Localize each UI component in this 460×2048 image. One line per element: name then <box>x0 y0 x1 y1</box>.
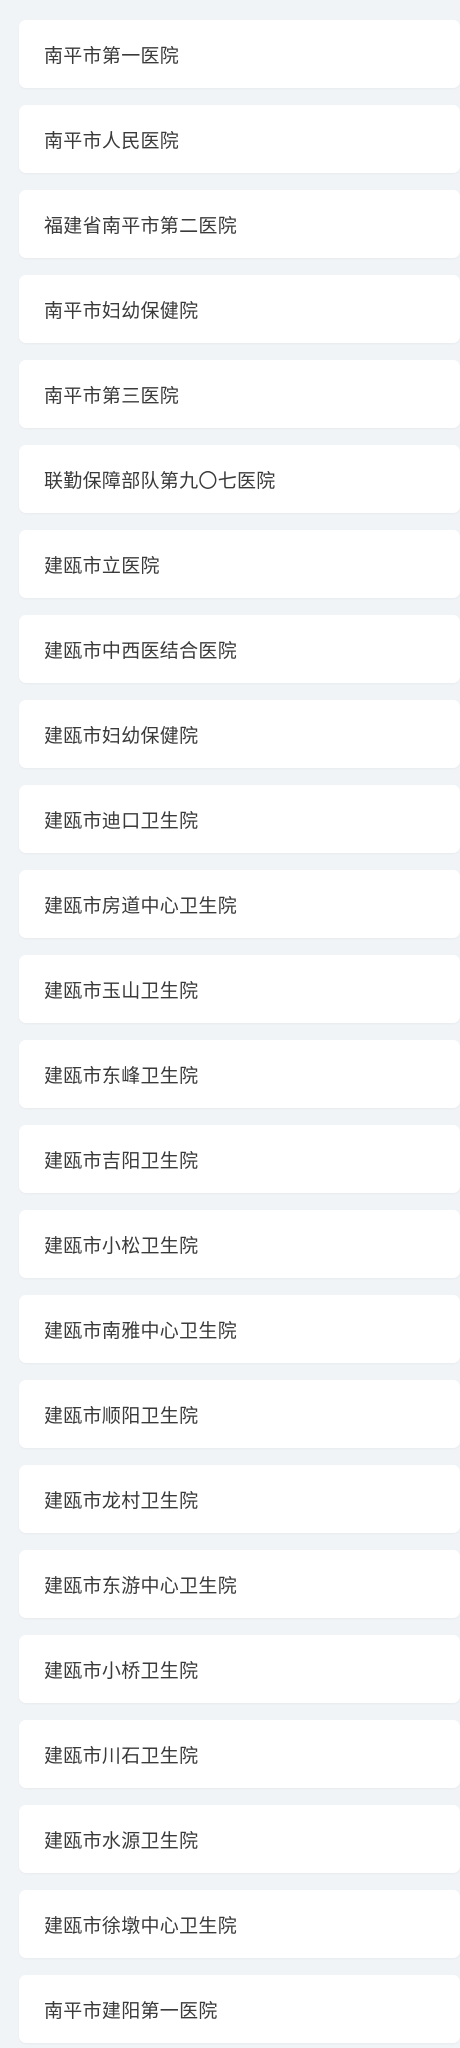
hospital-item[interactable]: 福建省南平市第二医院 <box>19 190 460 258</box>
hospital-item[interactable]: 建瓯市中西医结合医院 <box>19 615 460 683</box>
hospital-name: 建瓯市中西医结合医院 <box>44 639 238 662</box>
hospital-name: 南平市建阳第一医院 <box>44 1999 218 2022</box>
hospital-name: 建瓯市川石卫生院 <box>44 1744 199 1767</box>
hospital-item[interactable]: 建瓯市吉阳卫生院 <box>19 1125 460 1193</box>
hospital-item[interactable]: 南平市第三医院 <box>19 360 460 428</box>
hospital-item[interactable]: 建瓯市南雅中心卫生院 <box>19 1295 460 1363</box>
hospital-name: 建瓯市南雅中心卫生院 <box>44 1319 238 1342</box>
hospital-name: 南平市第三医院 <box>44 384 180 407</box>
hospital-item[interactable]: 建瓯市迪口卫生院 <box>19 785 460 853</box>
hospital-list: 南平市第一医院 南平市人民医院 福建省南平市第二医院 南平市妇幼保健院 南平市第… <box>0 0 460 2043</box>
hospital-item[interactable]: 南平市人民医院 <box>19 105 460 173</box>
hospital-name: 建瓯市徐墩中心卫生院 <box>44 1914 238 1937</box>
hospital-item[interactable]: 建瓯市东峰卫生院 <box>19 1040 460 1108</box>
hospital-name: 南平市第一医院 <box>44 44 180 67</box>
hospital-item[interactable]: 建瓯市川石卫生院 <box>19 1720 460 1788</box>
hospital-name: 建瓯市东游中心卫生院 <box>44 1574 238 1597</box>
hospital-name: 南平市人民医院 <box>44 129 180 152</box>
hospital-name: 建瓯市小桥卫生院 <box>44 1659 199 1682</box>
hospital-item[interactable]: 建瓯市水源卫生院 <box>19 1805 460 1873</box>
hospital-name: 建瓯市龙村卫生院 <box>44 1489 199 1512</box>
hospital-item[interactable]: 南平市第一医院 <box>19 20 460 88</box>
hospital-item[interactable]: 联勤保障部队第九〇七医院 <box>19 445 460 513</box>
hospital-name: 建瓯市东峰卫生院 <box>44 1064 199 1087</box>
hospital-name: 建瓯市玉山卫生院 <box>44 979 199 1002</box>
hospital-name: 建瓯市房道中心卫生院 <box>44 894 238 917</box>
hospital-item[interactable]: 建瓯市玉山卫生院 <box>19 955 460 1023</box>
hospital-item[interactable]: 建瓯市顺阳卫生院 <box>19 1380 460 1448</box>
hospital-item[interactable]: 建瓯市房道中心卫生院 <box>19 870 460 938</box>
hospital-item[interactable]: 建瓯市小松卫生院 <box>19 1210 460 1278</box>
hospital-item[interactable]: 建瓯市东游中心卫生院 <box>19 1550 460 1618</box>
hospital-name: 南平市妇幼保健院 <box>44 299 199 322</box>
hospital-name: 建瓯市吉阳卫生院 <box>44 1149 199 1172</box>
hospital-name: 建瓯市水源卫生院 <box>44 1829 199 1852</box>
hospital-item[interactable]: 建瓯市妇幼保健院 <box>19 700 460 768</box>
hospital-item[interactable]: 南平市建阳第一医院 <box>19 1975 460 2043</box>
hospital-name: 福建省南平市第二医院 <box>44 214 238 237</box>
hospital-name: 建瓯市迪口卫生院 <box>44 809 199 832</box>
hospital-item[interactable]: 建瓯市龙村卫生院 <box>19 1465 460 1533</box>
hospital-item[interactable]: 建瓯市小桥卫生院 <box>19 1635 460 1703</box>
hospital-item[interactable]: 南平市妇幼保健院 <box>19 275 460 343</box>
hospital-name: 建瓯市顺阳卫生院 <box>44 1404 199 1427</box>
hospital-name: 建瓯市妇幼保健院 <box>44 724 199 747</box>
hospital-name: 建瓯市立医院 <box>44 554 160 577</box>
hospital-name: 建瓯市小松卫生院 <box>44 1234 199 1257</box>
hospital-item[interactable]: 建瓯市立医院 <box>19 530 460 598</box>
hospital-item[interactable]: 建瓯市徐墩中心卫生院 <box>19 1890 460 1958</box>
hospital-list-page: 南平市第一医院 南平市人民医院 福建省南平市第二医院 南平市妇幼保健院 南平市第… <box>0 0 460 2048</box>
hospital-name: 联勤保障部队第九〇七医院 <box>44 469 276 492</box>
